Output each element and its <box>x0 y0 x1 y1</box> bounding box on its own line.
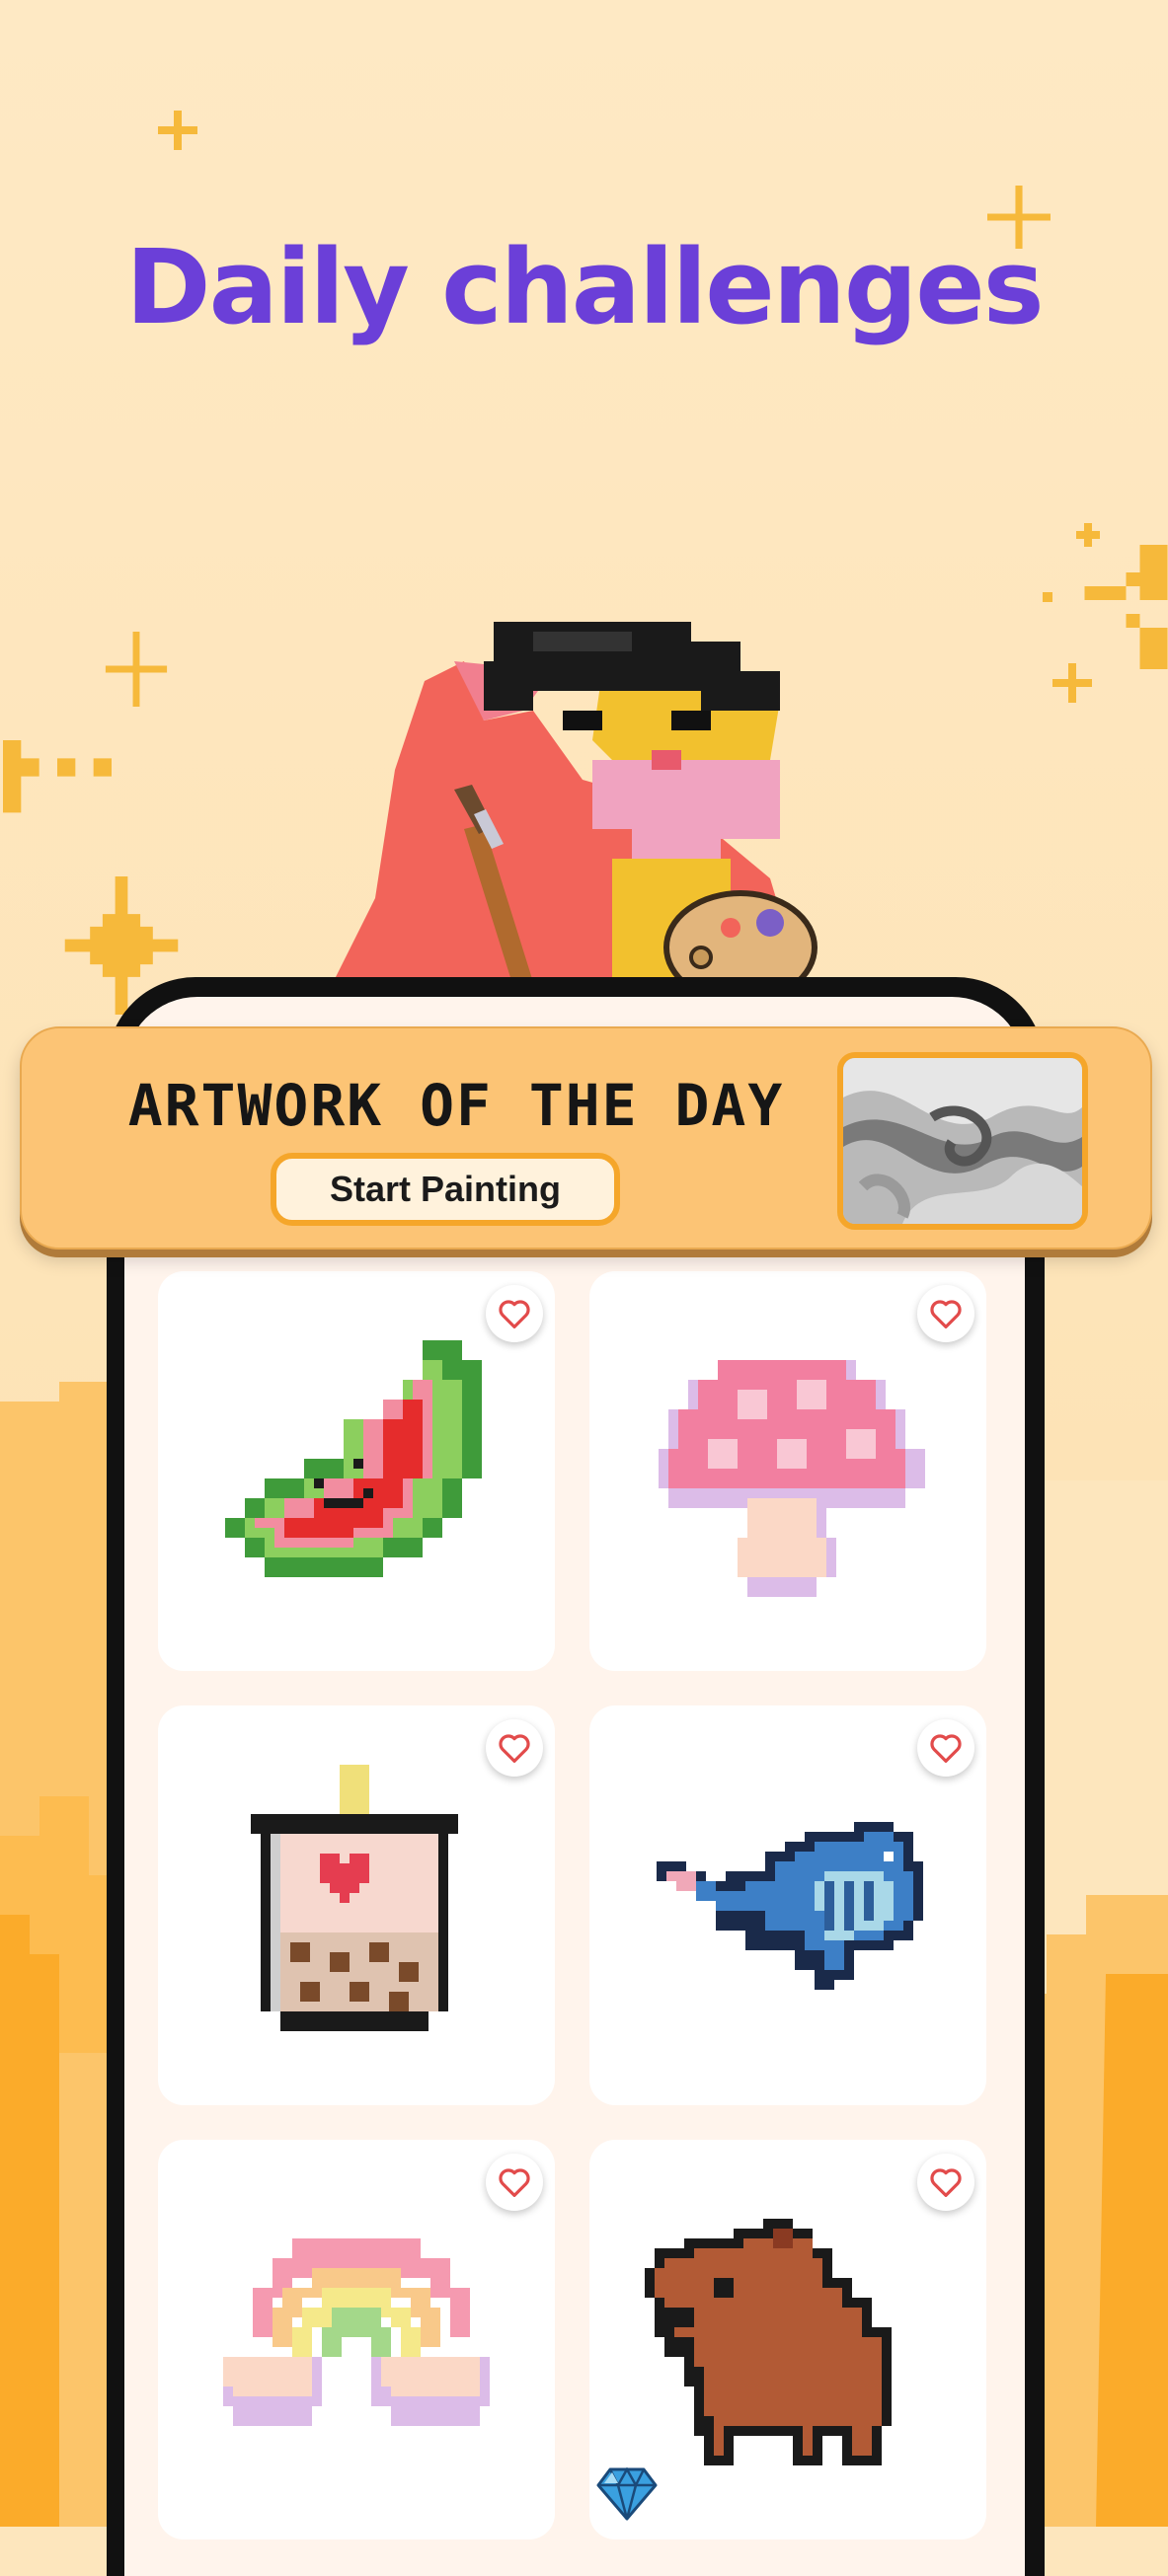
artwork-card-whale[interactable] <box>589 1705 986 2105</box>
heart-outline-icon <box>930 1734 962 1763</box>
favorite-button[interactable] <box>917 1719 974 1777</box>
favorite-button[interactable] <box>917 1285 974 1342</box>
heart-outline-icon <box>499 2168 530 2197</box>
heart-outline-icon <box>930 1300 962 1328</box>
heart-outline-icon <box>499 1734 530 1763</box>
favorite-button[interactable] <box>486 1719 543 1777</box>
artwork-of-the-day-thumbnail[interactable] <box>837 1052 1088 1230</box>
mushroom-artwork <box>659 1360 925 1597</box>
watermelon-artwork <box>225 1340 482 1577</box>
whale-artwork <box>657 1822 923 1990</box>
heart-outline-icon <box>499 1300 530 1328</box>
rainbow-artwork <box>223 2238 490 2426</box>
artwork-card-watermelon[interactable] <box>158 1271 555 1671</box>
sparkle-icon <box>3 740 112 813</box>
sparkle-icon <box>158 111 197 150</box>
favorite-button[interactable] <box>917 2154 974 2211</box>
capybara-artwork <box>645 2219 892 2465</box>
artwork-card-rainbow[interactable] <box>158 2140 555 2539</box>
artwork-card-mushroom[interactable] <box>589 1271 986 1671</box>
sparkle-icon <box>1084 545 1168 669</box>
heart-outline-icon <box>930 2168 962 2197</box>
artwork-card-bubble-tea[interactable] <box>158 1705 555 2105</box>
marble-swirl-artwork <box>843 1058 1082 1224</box>
sparkle-icon <box>1043 592 1052 602</box>
sparkle-icon <box>1052 663 1092 703</box>
artwork-of-the-day-banner: ARTWORK OF THE DAY Start Painting <box>20 1026 1152 1250</box>
start-painting-button[interactable]: Start Painting <box>271 1153 620 1226</box>
sparkle-icon <box>1076 523 1100 547</box>
diamond-icon <box>596 2467 658 2521</box>
favorite-button[interactable] <box>486 2154 543 2211</box>
sparkle-icon <box>105 632 168 707</box>
favorite-button[interactable] <box>486 1285 543 1342</box>
sparkle-icon <box>987 186 1051 249</box>
cat-painter-illustration <box>336 622 818 997</box>
bubble-tea-artwork <box>251 1765 458 2031</box>
banner-title: ARTWORK OF THE DAY <box>127 1072 785 1139</box>
